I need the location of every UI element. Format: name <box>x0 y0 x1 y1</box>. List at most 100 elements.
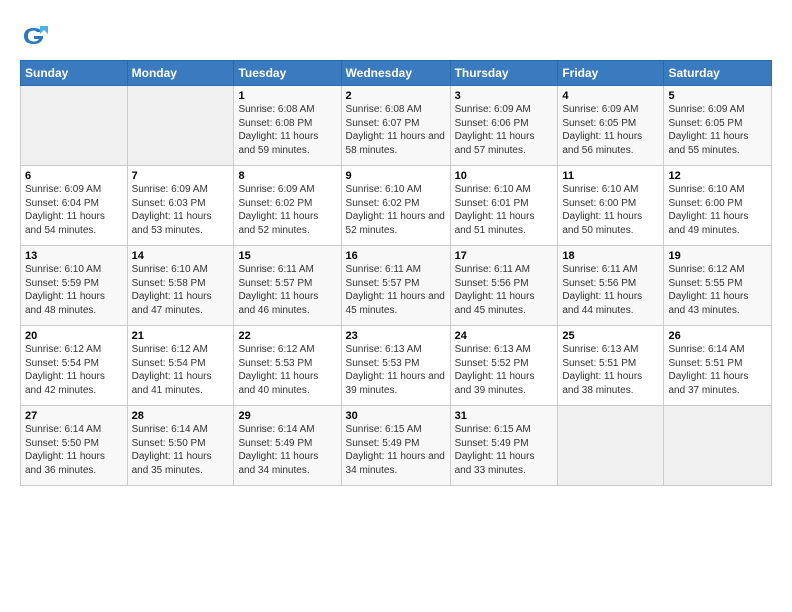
calendar-cell <box>127 86 234 166</box>
day-info: Sunrise: 6:15 AMSunset: 5:49 PMDaylight:… <box>455 423 554 477</box>
day-info: Sunrise: 6:08 AMSunset: 6:08 PMDaylight:… <box>238 103 336 157</box>
calendar-cell: 26Sunrise: 6:14 AMSunset: 5:51 PMDayligh… <box>664 326 772 406</box>
day-info: Sunrise: 6:10 AMSunset: 6:02 PMDaylight:… <box>346 183 446 237</box>
day-number: 25 <box>562 330 659 342</box>
day-info: Sunrise: 6:10 AMSunset: 5:59 PMDaylight:… <box>25 263 123 317</box>
calendar-cell: 15Sunrise: 6:11 AMSunset: 5:57 PMDayligh… <box>234 246 341 326</box>
header <box>20 18 772 50</box>
day-number: 6 <box>25 170 123 182</box>
page: SundayMondayTuesdayWednesdayThursdayFrid… <box>0 0 792 496</box>
day-number: 26 <box>668 330 767 342</box>
day-info: Sunrise: 6:14 AMSunset: 5:51 PMDaylight:… <box>668 343 767 397</box>
day-number: 30 <box>346 410 446 422</box>
day-info: Sunrise: 6:11 AMSunset: 5:57 PMDaylight:… <box>346 263 446 317</box>
calendar-cell: 1Sunrise: 6:08 AMSunset: 6:08 PMDaylight… <box>234 86 341 166</box>
day-number: 14 <box>132 250 230 262</box>
day-info: Sunrise: 6:13 AMSunset: 5:52 PMDaylight:… <box>455 343 554 397</box>
calendar-cell: 5Sunrise: 6:09 AMSunset: 6:05 PMDaylight… <box>664 86 772 166</box>
calendar-cell: 27Sunrise: 6:14 AMSunset: 5:50 PMDayligh… <box>21 406 128 486</box>
calendar-cell: 28Sunrise: 6:14 AMSunset: 5:50 PMDayligh… <box>127 406 234 486</box>
week-row-3: 13Sunrise: 6:10 AMSunset: 5:59 PMDayligh… <box>21 246 772 326</box>
logo-icon <box>20 22 48 50</box>
week-row-1: 1Sunrise: 6:08 AMSunset: 6:08 PMDaylight… <box>21 86 772 166</box>
weekday-header-wednesday: Wednesday <box>341 61 450 86</box>
day-info: Sunrise: 6:13 AMSunset: 5:51 PMDaylight:… <box>562 343 659 397</box>
calendar-cell: 20Sunrise: 6:12 AMSunset: 5:54 PMDayligh… <box>21 326 128 406</box>
calendar-cell: 4Sunrise: 6:09 AMSunset: 6:05 PMDaylight… <box>558 86 664 166</box>
weekday-header-monday: Monday <box>127 61 234 86</box>
calendar-cell: 24Sunrise: 6:13 AMSunset: 5:52 PMDayligh… <box>450 326 558 406</box>
day-number: 22 <box>238 330 336 342</box>
weekday-header-saturday: Saturday <box>664 61 772 86</box>
week-row-2: 6Sunrise: 6:09 AMSunset: 6:04 PMDaylight… <box>21 166 772 246</box>
day-info: Sunrise: 6:09 AMSunset: 6:05 PMDaylight:… <box>668 103 767 157</box>
day-number: 15 <box>238 250 336 262</box>
calendar-cell: 25Sunrise: 6:13 AMSunset: 5:51 PMDayligh… <box>558 326 664 406</box>
day-number: 7 <box>132 170 230 182</box>
day-info: Sunrise: 6:14 AMSunset: 5:49 PMDaylight:… <box>238 423 336 477</box>
day-info: Sunrise: 6:09 AMSunset: 6:03 PMDaylight:… <box>132 183 230 237</box>
calendar-cell: 10Sunrise: 6:10 AMSunset: 6:01 PMDayligh… <box>450 166 558 246</box>
day-number: 10 <box>455 170 554 182</box>
day-number: 20 <box>25 330 123 342</box>
day-info: Sunrise: 6:09 AMSunset: 6:02 PMDaylight:… <box>238 183 336 237</box>
calendar-cell <box>664 406 772 486</box>
day-number: 9 <box>346 170 446 182</box>
day-info: Sunrise: 6:12 AMSunset: 5:54 PMDaylight:… <box>132 343 230 397</box>
day-number: 13 <box>25 250 123 262</box>
day-info: Sunrise: 6:14 AMSunset: 5:50 PMDaylight:… <box>132 423 230 477</box>
calendar-cell <box>558 406 664 486</box>
week-row-4: 20Sunrise: 6:12 AMSunset: 5:54 PMDayligh… <box>21 326 772 406</box>
day-info: Sunrise: 6:10 AMSunset: 5:58 PMDaylight:… <box>132 263 230 317</box>
calendar-cell: 31Sunrise: 6:15 AMSunset: 5:49 PMDayligh… <box>450 406 558 486</box>
day-info: Sunrise: 6:14 AMSunset: 5:50 PMDaylight:… <box>25 423 123 477</box>
day-number: 29 <box>238 410 336 422</box>
day-number: 1 <box>238 90 336 102</box>
day-number: 23 <box>346 330 446 342</box>
day-info: Sunrise: 6:12 AMSunset: 5:53 PMDaylight:… <box>238 343 336 397</box>
day-number: 27 <box>25 410 123 422</box>
day-number: 19 <box>668 250 767 262</box>
calendar-cell: 17Sunrise: 6:11 AMSunset: 5:56 PMDayligh… <box>450 246 558 326</box>
day-number: 24 <box>455 330 554 342</box>
calendar-table: SundayMondayTuesdayWednesdayThursdayFrid… <box>20 60 772 486</box>
week-row-5: 27Sunrise: 6:14 AMSunset: 5:50 PMDayligh… <box>21 406 772 486</box>
weekday-header-sunday: Sunday <box>21 61 128 86</box>
calendar-cell: 19Sunrise: 6:12 AMSunset: 5:55 PMDayligh… <box>664 246 772 326</box>
calendar-cell: 13Sunrise: 6:10 AMSunset: 5:59 PMDayligh… <box>21 246 128 326</box>
calendar-cell: 29Sunrise: 6:14 AMSunset: 5:49 PMDayligh… <box>234 406 341 486</box>
day-number: 28 <box>132 410 230 422</box>
weekday-header-tuesday: Tuesday <box>234 61 341 86</box>
day-number: 2 <box>346 90 446 102</box>
weekday-header-thursday: Thursday <box>450 61 558 86</box>
logo <box>20 22 52 50</box>
day-info: Sunrise: 6:11 AMSunset: 5:56 PMDaylight:… <box>562 263 659 317</box>
day-info: Sunrise: 6:12 AMSunset: 5:54 PMDaylight:… <box>25 343 123 397</box>
day-info: Sunrise: 6:09 AMSunset: 6:06 PMDaylight:… <box>455 103 554 157</box>
day-number: 18 <box>562 250 659 262</box>
day-number: 4 <box>562 90 659 102</box>
day-number: 12 <box>668 170 767 182</box>
calendar-cell: 21Sunrise: 6:12 AMSunset: 5:54 PMDayligh… <box>127 326 234 406</box>
day-number: 17 <box>455 250 554 262</box>
day-info: Sunrise: 6:09 AMSunset: 6:04 PMDaylight:… <box>25 183 123 237</box>
calendar-cell: 3Sunrise: 6:09 AMSunset: 6:06 PMDaylight… <box>450 86 558 166</box>
calendar-cell: 8Sunrise: 6:09 AMSunset: 6:02 PMDaylight… <box>234 166 341 246</box>
day-number: 11 <box>562 170 659 182</box>
day-number: 21 <box>132 330 230 342</box>
day-number: 31 <box>455 410 554 422</box>
calendar-cell: 22Sunrise: 6:12 AMSunset: 5:53 PMDayligh… <box>234 326 341 406</box>
day-info: Sunrise: 6:12 AMSunset: 5:55 PMDaylight:… <box>668 263 767 317</box>
calendar-cell: 2Sunrise: 6:08 AMSunset: 6:07 PMDaylight… <box>341 86 450 166</box>
day-info: Sunrise: 6:08 AMSunset: 6:07 PMDaylight:… <box>346 103 446 157</box>
day-info: Sunrise: 6:10 AMSunset: 6:01 PMDaylight:… <box>455 183 554 237</box>
calendar-cell: 11Sunrise: 6:10 AMSunset: 6:00 PMDayligh… <box>558 166 664 246</box>
calendar-cell: 14Sunrise: 6:10 AMSunset: 5:58 PMDayligh… <box>127 246 234 326</box>
calendar-cell: 16Sunrise: 6:11 AMSunset: 5:57 PMDayligh… <box>341 246 450 326</box>
day-info: Sunrise: 6:10 AMSunset: 6:00 PMDaylight:… <box>668 183 767 237</box>
day-number: 16 <box>346 250 446 262</box>
day-info: Sunrise: 6:11 AMSunset: 5:57 PMDaylight:… <box>238 263 336 317</box>
calendar-cell: 23Sunrise: 6:13 AMSunset: 5:53 PMDayligh… <box>341 326 450 406</box>
day-info: Sunrise: 6:10 AMSunset: 6:00 PMDaylight:… <box>562 183 659 237</box>
calendar-cell: 30Sunrise: 6:15 AMSunset: 5:49 PMDayligh… <box>341 406 450 486</box>
